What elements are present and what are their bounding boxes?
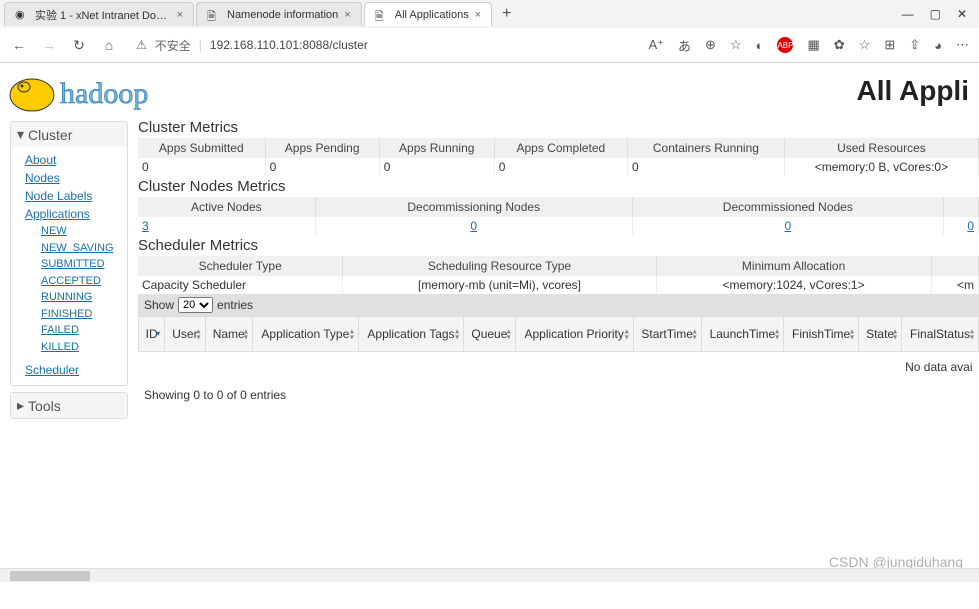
sidebar-cluster-header[interactable]: ▾Cluster	[11, 122, 127, 147]
entries-select[interactable]: 20	[178, 297, 213, 313]
sidebar-node-labels[interactable]: Node Labels	[25, 187, 121, 205]
insecure-icon: ⚠	[136, 38, 147, 52]
profile-icon[interactable]: ◕	[934, 38, 942, 53]
zoom-icon[interactable]: ⊕	[705, 37, 716, 53]
applications-table: ID▾ User▴▾ Name▴▾ Application Type▴▾ App…	[138, 316, 979, 382]
col-apptype[interactable]: Application Type▴▾	[252, 317, 358, 352]
collections-icon[interactable]: ⊞	[884, 37, 895, 53]
close-window-icon[interactable]: ✕	[957, 7, 967, 21]
close-icon[interactable]: ×	[475, 9, 481, 21]
adblock-icon[interactable]: ABP	[777, 37, 793, 53]
cluster-metrics-title: Cluster Metrics	[138, 119, 979, 136]
hadoop-logo: hadoop	[4, 67, 214, 115]
col-state[interactable]: State▴▾	[859, 317, 902, 352]
sidebar-state-accepted[interactable]: ACCEPTED	[41, 273, 121, 290]
maximize-icon[interactable]: ▢	[930, 7, 941, 21]
col-id[interactable]: ID▾	[139, 317, 165, 352]
sidebar-state-failed[interactable]: FAILED	[41, 322, 121, 339]
sidebar-state-killed[interactable]: KILLED	[41, 339, 121, 356]
new-tab-button[interactable]: +	[494, 5, 519, 23]
ext1-icon[interactable]: ◐	[756, 38, 764, 53]
sidebar-state-new[interactable]: NEW	[41, 223, 121, 240]
close-icon[interactable]: ×	[344, 9, 350, 21]
share-icon[interactable]: ⇪	[909, 37, 920, 53]
node-metrics-title: Cluster Nodes Metrics	[138, 178, 979, 195]
col-tags[interactable]: Application Tags▴▾	[358, 317, 463, 352]
extensions-icon[interactable]: ✿	[834, 37, 845, 53]
col-start[interactable]: StartTime▴▾	[633, 317, 701, 352]
scheduler-metrics-table: Scheduler TypeScheduling Resource Type M…	[138, 256, 979, 294]
sidebar-state-running[interactable]: RUNNING	[41, 289, 121, 306]
close-icon[interactable]: ×	[177, 9, 183, 21]
forward-button[interactable]: →	[40, 37, 58, 53]
tab-3-active[interactable]: 🗎 All Applications ×	[364, 2, 492, 26]
address-bar: ← → ↻ ⌂ ⚠ 不安全 | 192.168.110.101:8088/clu…	[0, 28, 979, 62]
svg-text:hadoop: hadoop	[60, 77, 148, 110]
refresh-button[interactable]: ↻	[70, 37, 88, 54]
minimize-icon[interactable]: —	[902, 7, 914, 21]
col-name[interactable]: Name▴▾	[205, 317, 252, 352]
back-button[interactable]: ←	[10, 37, 28, 53]
tab-1[interactable]: ◉ 实验 1 - xNet Intranet Document ×	[4, 2, 194, 26]
sidebar-state-finished[interactable]: FINISHED	[41, 306, 121, 323]
no-data-row: No data avai	[139, 352, 979, 383]
caret-down-icon: ▾	[17, 126, 24, 143]
favorites-icon[interactable]: ☆	[859, 37, 871, 53]
page-title: All Appli	[856, 75, 969, 107]
sidebar-tools-header[interactable]: ▸Tools	[11, 393, 127, 418]
sidebar-state-submitted[interactable]: SUBMITTED	[41, 256, 121, 273]
security-label: 不安全	[155, 37, 191, 54]
file-icon: 🗎	[207, 8, 221, 22]
sidebar-scheduler[interactable]: Scheduler	[25, 361, 121, 379]
col-user[interactable]: User▴▾	[165, 317, 205, 352]
sidebar-state-new-saving[interactable]: NEW_SAVING	[41, 240, 121, 257]
entries-selector: Show 20 entries	[138, 294, 979, 316]
cluster-metrics-table: Apps SubmittedApps Pending Apps RunningA…	[138, 138, 979, 176]
col-queue[interactable]: Queue▴▾	[464, 317, 516, 352]
tab-2[interactable]: 🗎 Namenode information ×	[196, 2, 362, 26]
sidebar-applications[interactable]: Applications	[25, 205, 121, 223]
active-nodes-link[interactable]: 3	[142, 219, 149, 233]
ext2-icon[interactable]: ▦	[807, 37, 819, 53]
url-text[interactable]: 192.168.110.101:8088/cluster	[210, 38, 368, 52]
file-icon: 🗎	[375, 8, 389, 22]
menu-icon[interactable]: ⋯	[956, 37, 969, 53]
main-content: Cluster Metrics Apps SubmittedApps Pendi…	[132, 117, 979, 609]
favicon-icon: ◉	[15, 8, 29, 22]
col-finish[interactable]: FinishTime▴▾	[784, 317, 859, 352]
horizontal-scrollbar[interactable]	[0, 568, 979, 582]
tab-bar: ◉ 实验 1 - xNet Intranet Document × 🗎 Name…	[0, 0, 979, 28]
reader-icon[interactable]: A⁺	[648, 37, 664, 53]
table-footer: Showing 0 to 0 of 0 entries	[138, 382, 979, 408]
home-button[interactable]: ⌂	[100, 37, 118, 53]
col-finalstatus[interactable]: FinalStatus▴▾	[902, 317, 979, 352]
col-priority[interactable]: Application Priority▴▾	[515, 317, 633, 352]
translate-icon[interactable]: あ	[678, 36, 691, 55]
caret-right-icon: ▸	[17, 397, 24, 414]
sidebar: ▾Cluster About Nodes Node Labels Applica…	[0, 117, 132, 609]
sidebar-about[interactable]: About	[25, 151, 121, 169]
col-launch[interactable]: LaunchTime▴▾	[701, 317, 784, 352]
favorite-icon[interactable]: ☆	[730, 37, 742, 53]
sidebar-nodes[interactable]: Nodes	[25, 169, 121, 187]
node-metrics-table: Active NodesDecommissioning Nodes Decomm…	[138, 197, 979, 235]
scheduler-metrics-title: Scheduler Metrics	[138, 237, 979, 254]
